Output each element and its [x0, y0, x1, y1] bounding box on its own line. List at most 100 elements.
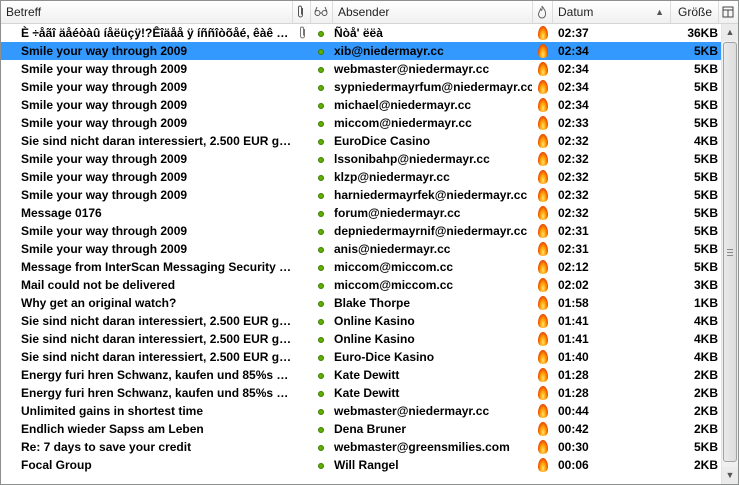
message-row[interactable]: Smile your way through 2009 michael@niede… [1, 96, 721, 114]
message-row[interactable]: Smile your way through 2009 lssonibahp@ni… [1, 150, 721, 168]
message-size: 5KB [693, 98, 718, 112]
junk-status-cell[interactable] [538, 366, 552, 384]
read-status-cell[interactable] [314, 60, 330, 78]
column-date-label: Datum [558, 5, 594, 19]
read-status-cell[interactable] [314, 24, 330, 42]
column-sender[interactable]: Absender [333, 1, 533, 23]
column-picker-icon [722, 6, 734, 18]
column-read[interactable] [311, 1, 333, 23]
junk-status-cell[interactable] [538, 60, 552, 78]
read-status-cell[interactable] [314, 222, 330, 240]
message-row[interactable]: Smile your way through 2009 harniedermayr… [1, 186, 721, 204]
junk-status-cell[interactable] [538, 384, 552, 402]
read-status-cell[interactable] [314, 114, 330, 132]
read-status-cell[interactable] [314, 258, 330, 276]
read-status-cell[interactable] [314, 150, 330, 168]
message-row[interactable]: Message from InterScan Messaging Securit… [1, 258, 721, 276]
column-attachment[interactable] [293, 1, 311, 23]
read-status-cell[interactable] [314, 168, 330, 186]
read-status-cell[interactable] [314, 204, 330, 222]
message-size: 5KB [693, 62, 718, 76]
column-subject[interactable]: Betreff [1, 1, 293, 23]
read-status-cell[interactable] [314, 276, 330, 294]
junk-status-cell[interactable] [538, 276, 552, 294]
junk-status-cell[interactable] [538, 402, 552, 420]
message-row[interactable]: Focal Group Will Rangel 00:06 2KB [1, 456, 721, 474]
junk-status-cell[interactable] [538, 186, 552, 204]
message-row[interactable]: Smile your way through 2009 anis@niederma… [1, 240, 721, 258]
message-row[interactable]: Energy furi hren Schwanz, kaufen und 85%… [1, 366, 721, 384]
read-status-cell[interactable] [314, 420, 330, 438]
message-row[interactable]: Sie sind nicht daran interessiert, 2.500… [1, 312, 721, 330]
junk-status-cell[interactable] [538, 114, 552, 132]
read-status-cell[interactable] [314, 78, 330, 96]
junk-status-cell[interactable] [538, 240, 552, 258]
junk-status-cell[interactable] [538, 456, 552, 474]
column-size[interactable]: Größe [671, 1, 719, 23]
junk-status-cell[interactable] [538, 24, 552, 42]
junk-status-cell[interactable] [538, 258, 552, 276]
junk-status-cell[interactable] [538, 78, 552, 96]
message-row[interactable]: Why get an original watch? Blake Thorpe 01… [1, 294, 721, 312]
message-row[interactable]: Sie sind nicht daran interessiert, 2.500… [1, 348, 721, 366]
read-status-cell[interactable] [314, 186, 330, 204]
junk-status-cell[interactable] [538, 312, 552, 330]
message-size: 5KB [693, 188, 718, 202]
read-status-cell[interactable] [314, 438, 330, 456]
message-sender: michael@niedermayr.cc [334, 98, 472, 112]
message-row[interactable]: Smile your way through 2009 miccom@nieder… [1, 114, 721, 132]
message-row[interactable]: Energy furi hren Schwanz, kaufen und 85%… [1, 384, 721, 402]
read-status-cell[interactable] [314, 456, 330, 474]
attachment-cell [295, 132, 311, 150]
message-row[interactable]: Smile your way through 2009 klzp@niederma… [1, 168, 721, 186]
junk-status-cell[interactable] [538, 420, 552, 438]
vertical-scrollbar[interactable]: ▲ ▼ [721, 24, 738, 484]
message-row[interactable]: Smile your way through 2009 webmaster@nie… [1, 60, 721, 78]
junk-status-cell[interactable] [538, 150, 552, 168]
message-row[interactable]: Sie sind nicht daran interessiert, 2.500… [1, 330, 721, 348]
message-date: 02:37 [558, 26, 589, 40]
read-status-cell[interactable] [314, 132, 330, 150]
read-status-dot-icon [318, 139, 324, 145]
junk-status-cell[interactable] [538, 132, 552, 150]
scroll-thumb[interactable] [723, 42, 737, 462]
read-status-cell[interactable] [314, 240, 330, 258]
read-status-cell[interactable] [314, 294, 330, 312]
message-row[interactable]: Message 0176 forum@niedermayr.cc 02:32 5KB [1, 204, 721, 222]
junk-status-cell[interactable] [538, 222, 552, 240]
junk-status-cell[interactable] [538, 204, 552, 222]
attachment-cell [295, 420, 311, 438]
read-status-cell[interactable] [314, 366, 330, 384]
read-status-cell[interactable] [314, 402, 330, 420]
scroll-down-button[interactable]: ▼ [722, 467, 738, 484]
read-status-cell[interactable] [314, 312, 330, 330]
message-sender: Ñòå' ëëà [334, 26, 383, 40]
junk-status-cell[interactable] [538, 168, 552, 186]
message-row[interactable]: Unlimited gains in shortest time webmaste… [1, 402, 721, 420]
junk-status-cell[interactable] [538, 42, 552, 60]
junk-status-cell[interactable] [538, 294, 552, 312]
junk-status-cell[interactable] [538, 348, 552, 366]
message-row[interactable]: Sie sind nicht daran interessiert, 2.500… [1, 132, 721, 150]
message-row[interactable]: Re: 7 days to save your credit webmaster@… [1, 438, 721, 456]
message-row[interactable]: Smile your way through 2009 sypniedermayr… [1, 78, 721, 96]
message-row[interactable]: Mail could not be delivered miccom@miccom… [1, 276, 721, 294]
message-subject: Smile your way through 2009 [21, 62, 188, 76]
read-status-cell[interactable] [314, 348, 330, 366]
scroll-up-button[interactable]: ▲ [722, 24, 738, 41]
message-row[interactable]: Endlich wieder Sapss am Leben Dena Bruner… [1, 420, 721, 438]
read-status-cell[interactable] [314, 96, 330, 114]
column-junk[interactable] [533, 1, 553, 23]
column-picker[interactable] [719, 1, 738, 23]
read-status-cell[interactable] [314, 384, 330, 402]
column-date[interactable]: Datum ▲ [553, 1, 671, 23]
message-row[interactable]: Smile your way through 2009 xib@niedermay… [1, 42, 721, 60]
column-subject-label: Betreff [6, 5, 42, 19]
junk-status-cell[interactable] [538, 330, 552, 348]
message-row[interactable]: Smile your way through 2009 depniedermayr… [1, 222, 721, 240]
read-status-cell[interactable] [314, 330, 330, 348]
read-status-cell[interactable] [314, 42, 330, 60]
junk-status-cell[interactable] [538, 96, 552, 114]
message-row[interactable]: È ÷åãî äåéòàû íåëüçÿ!?Êîäåå ÿ íññîòõåé, … [1, 24, 721, 42]
junk-status-cell[interactable] [538, 438, 552, 456]
